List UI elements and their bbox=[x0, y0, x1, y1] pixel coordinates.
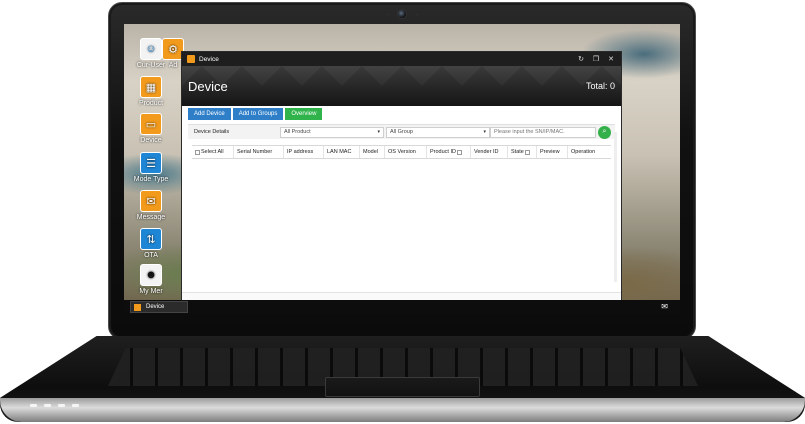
device-table-header: Select All Serial Number IP address LAN … bbox=[192, 145, 611, 159]
product-select[interactable]: All Product ▾ bbox=[280, 126, 384, 138]
column-vender-id: Vender ID bbox=[471, 146, 508, 158]
column-state[interactable]: State bbox=[508, 146, 537, 158]
column-lan-mac: LAN MAC bbox=[324, 146, 360, 158]
desktop-icon-label: My Mer bbox=[139, 288, 163, 295]
column-select-all[interactable]: Select All bbox=[192, 146, 234, 158]
taskbar-item-label: Device bbox=[146, 304, 165, 310]
desktop-icon-product[interactable]: ▦ Product bbox=[129, 76, 173, 107]
product-icon: ▦ bbox=[140, 76, 162, 98]
status-led bbox=[72, 404, 79, 407]
mode-type-icon: ☰ bbox=[140, 152, 162, 174]
product-select-value: All Product bbox=[284, 129, 311, 135]
ota-icon: ⇅ bbox=[140, 228, 162, 250]
column-os-version: OS Version bbox=[385, 146, 427, 158]
filter-bar: Device Details All Product ▾ All Group ▾… bbox=[188, 124, 615, 139]
laptop-base-rim bbox=[0, 398, 805, 422]
column-label: Operation bbox=[571, 149, 596, 155]
window-titlebar[interactable]: Device ↻ ❐ ✕ bbox=[182, 52, 621, 66]
column-label: Vender ID bbox=[474, 149, 499, 155]
desktop-icon-message[interactable]: ✉ Message bbox=[129, 190, 173, 221]
users-icon: ☻ bbox=[140, 264, 162, 286]
column-label: Preview bbox=[540, 149, 560, 155]
select-all-checkbox[interactable] bbox=[195, 149, 200, 155]
device-details-label: Device Details bbox=[194, 129, 230, 135]
window-title: Device bbox=[199, 55, 219, 63]
device-icon: ▭ bbox=[140, 113, 162, 135]
toolbar: Add Device Add to Groups Overview bbox=[182, 106, 621, 122]
desktop-icon-label: Product bbox=[138, 100, 164, 107]
window-footer bbox=[182, 292, 621, 300]
chevron-down-icon: ▾ bbox=[483, 129, 486, 135]
search-icon: ⌕ bbox=[602, 128, 607, 135]
status-led bbox=[44, 404, 51, 407]
desktop-icon-ota[interactable]: ⇅ OTA bbox=[129, 228, 173, 259]
desktop-icon-device[interactable]: ▭ Device bbox=[129, 113, 173, 144]
close-icon[interactable]: ✕ bbox=[606, 55, 616, 63]
product-id-filter-checkbox[interactable] bbox=[456, 149, 462, 155]
column-label: Model bbox=[363, 149, 378, 155]
chat-icon[interactable]: ✉ bbox=[661, 302, 668, 311]
status-led bbox=[30, 404, 37, 407]
desktop-icon-label: Device bbox=[140, 137, 162, 144]
desktop-icon-label: Mode Type bbox=[133, 176, 169, 183]
chevron-down-icon: ▾ bbox=[377, 129, 380, 135]
message-icon: ✉ bbox=[140, 190, 162, 212]
restore-icon[interactable]: ❐ bbox=[591, 55, 601, 63]
desktop-icon-label: OTA bbox=[144, 252, 158, 259]
overview-button[interactable]: Overview bbox=[285, 108, 323, 120]
add-to-groups-button[interactable]: Add to Groups bbox=[232, 108, 284, 120]
taskbar: Device ✉ bbox=[124, 300, 680, 314]
column-preview: Preview bbox=[537, 146, 568, 158]
device-window: Device ↻ ❐ ✕ Device Total: 0 Add Device … bbox=[181, 51, 622, 301]
column-serial-number: Serial Number bbox=[234, 146, 284, 158]
desktop-icon-mode-type[interactable]: ☰ Mode Type bbox=[129, 152, 173, 183]
refresh-icon[interactable]: ↻ bbox=[576, 55, 586, 63]
column-label: Select All bbox=[201, 149, 224, 155]
desktop-icon-my-mer[interactable]: ☻ My Mer bbox=[129, 264, 173, 295]
status-led bbox=[58, 404, 65, 407]
camera-sensor-right bbox=[416, 13, 419, 16]
group-select-value: All Group bbox=[390, 129, 413, 135]
column-label: OS Version bbox=[388, 149, 416, 155]
page-header: Device Total: 0 bbox=[182, 66, 621, 106]
state-filter-checkbox[interactable] bbox=[524, 149, 530, 155]
search-input[interactable] bbox=[490, 126, 596, 138]
column-product-id[interactable]: Product ID bbox=[427, 146, 471, 158]
column-label: Product ID bbox=[430, 149, 456, 155]
app-icon bbox=[134, 303, 141, 311]
column-label: IP address bbox=[287, 149, 314, 155]
webcam bbox=[397, 9, 407, 19]
taskbar-item-device[interactable]: Device bbox=[130, 301, 188, 313]
desktop-screen: ☺ Cur-User ⚙ Ad ▦ Product ▭ Device ☰ Mod… bbox=[124, 24, 680, 314]
column-ip-address: IP address bbox=[284, 146, 324, 158]
camera-sensor-left bbox=[386, 13, 389, 16]
app-icon bbox=[187, 55, 195, 63]
search-button[interactable]: ⌕ bbox=[598, 125, 611, 139]
page-title: Device bbox=[188, 78, 228, 94]
column-label: State bbox=[511, 149, 524, 155]
column-label: Serial Number bbox=[237, 149, 273, 155]
group-select[interactable]: All Group ▾ bbox=[386, 126, 490, 138]
user-icon: ☺ bbox=[140, 38, 162, 60]
touchpad bbox=[325, 377, 480, 397]
column-operation: Operation bbox=[568, 146, 604, 158]
total-count: Total: 0 bbox=[585, 81, 615, 91]
scrollbar[interactable] bbox=[614, 132, 617, 282]
desktop-icon-label: Message bbox=[136, 214, 166, 221]
add-device-button[interactable]: Add Device bbox=[188, 108, 231, 120]
column-model: Model bbox=[360, 146, 385, 158]
column-label: LAN MAC bbox=[327, 149, 352, 155]
